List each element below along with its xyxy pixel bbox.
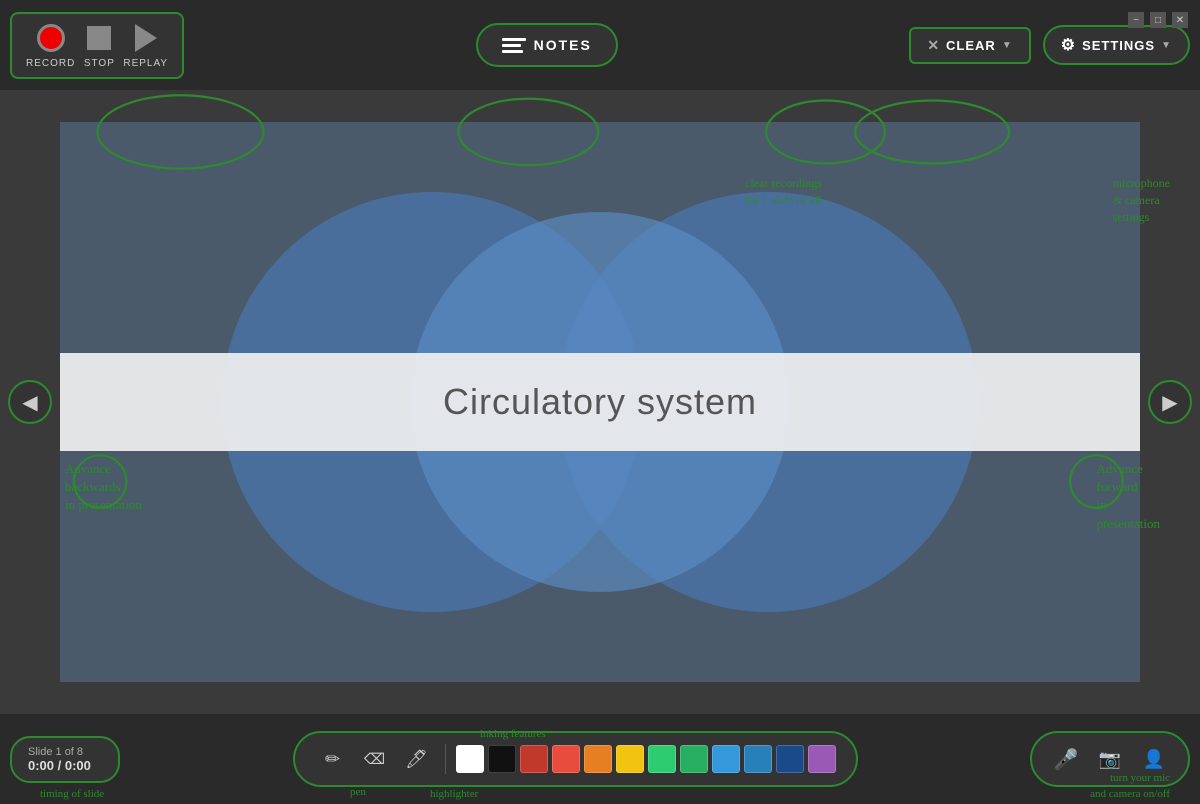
stop-label: STOP <box>84 58 115 69</box>
camera-button[interactable]: 📷 <box>1092 741 1128 777</box>
color-white[interactable] <box>456 745 484 773</box>
eraser-tool-button[interactable]: ⌫ <box>357 741 393 777</box>
close-button[interactable]: ✕ <box>1172 12 1188 28</box>
window-controls: − □ ✕ <box>1128 12 1188 28</box>
replay-button[interactable]: REPLAY <box>123 22 168 69</box>
color-black[interactable] <box>488 745 516 773</box>
pen-tool-button[interactable]: ✏ <box>315 741 351 777</box>
notes-label: NOTES <box>534 37 592 53</box>
right-controls: ✕ CLEAR ▼ ⚙ SETTINGS ▼ <box>909 25 1190 65</box>
settings-label: SETTINGS <box>1082 38 1155 53</box>
left-arrow-icon: ◀ <box>22 390 37 415</box>
notes-icon <box>502 35 526 55</box>
maximize-button[interactable]: □ <box>1150 12 1166 28</box>
color-palette <box>456 745 836 773</box>
color-purple[interactable] <box>808 745 836 773</box>
color-orange[interactable] <box>584 745 612 773</box>
right-arrow-icon: ▶ <box>1162 390 1177 415</box>
settings-button[interactable]: ⚙ SETTINGS ▼ <box>1043 25 1190 65</box>
eraser-icon: ⌫ <box>364 750 385 768</box>
clear-x-icon: ✕ <box>927 37 940 54</box>
clear-button[interactable]: ✕ CLEAR ▼ <box>909 27 1030 64</box>
mic-button[interactable]: 🎤 <box>1048 741 1084 777</box>
settings-icon: ⚙ <box>1061 35 1076 55</box>
person-button[interactable]: 👤 <box>1136 741 1172 777</box>
stop-button[interactable]: STOP <box>83 22 115 69</box>
slide-info: Slide 1 of 8 0:00 / 0:00 <box>10 736 120 783</box>
slide-title: Circulatory system <box>60 381 1140 423</box>
person-icon: 👤 <box>1143 749 1165 770</box>
minimize-button[interactable]: − <box>1128 12 1144 28</box>
main-area: ◀ Circulatory system ▶ <box>0 90 1200 714</box>
record-button[interactable]: RECORD <box>26 22 75 69</box>
pen-icon: ✏ <box>325 749 340 770</box>
highlighter-tool-button[interactable]: 🖊 <box>399 741 435 777</box>
record-icon <box>35 22 67 54</box>
bottom-bar: Slide 1 of 8 0:00 / 0:00 ✏ ⌫ 🖊 <box>0 714 1200 804</box>
color-light-blue[interactable] <box>712 745 740 773</box>
color-green[interactable] <box>680 745 708 773</box>
tool-separator <box>445 744 446 774</box>
slide-title-banner: Circulatory system <box>60 353 1140 451</box>
color-dark-blue[interactable] <box>776 745 804 773</box>
color-light-green[interactable] <box>648 745 676 773</box>
camera-icon: 📷 <box>1099 749 1121 770</box>
slide-content: Circulatory system <box>60 122 1140 682</box>
slide-count: Slide 1 of 8 <box>28 746 83 758</box>
settings-chevron-icon: ▼ <box>1161 40 1172 51</box>
drawing-tools: ✏ ⌫ 🖊 <box>293 731 858 787</box>
color-dark-red[interactable] <box>520 745 548 773</box>
media-controls: 🎤 📷 👤 <box>1030 731 1190 787</box>
annotation-timing: timing of slide <box>40 787 104 802</box>
color-red[interactable] <box>552 745 580 773</box>
annotation-highlighter: highlighter <box>430 787 478 802</box>
top-bar: RECORD STOP REPLAY NOTES ✕ CLEAR ▼ <box>0 0 1200 90</box>
color-blue[interactable] <box>744 745 772 773</box>
clear-label: CLEAR <box>946 38 996 53</box>
highlighter-icon: 🖊 <box>405 749 428 770</box>
color-yellow[interactable] <box>616 745 644 773</box>
next-slide-button[interactable]: ▶ <box>1148 380 1192 424</box>
replay-label: REPLAY <box>123 58 168 69</box>
notes-button[interactable]: NOTES <box>476 23 618 67</box>
slide-time: 0:00 / 0:00 <box>28 758 91 773</box>
microphone-icon: 🎤 <box>1054 747 1079 772</box>
prev-slide-button[interactable]: ◀ <box>8 380 52 424</box>
stop-icon <box>83 22 115 54</box>
replay-icon <box>130 22 162 54</box>
record-controls: RECORD STOP REPLAY <box>10 12 184 79</box>
record-label: RECORD <box>26 58 75 69</box>
clear-chevron-icon: ▼ <box>1002 40 1013 51</box>
